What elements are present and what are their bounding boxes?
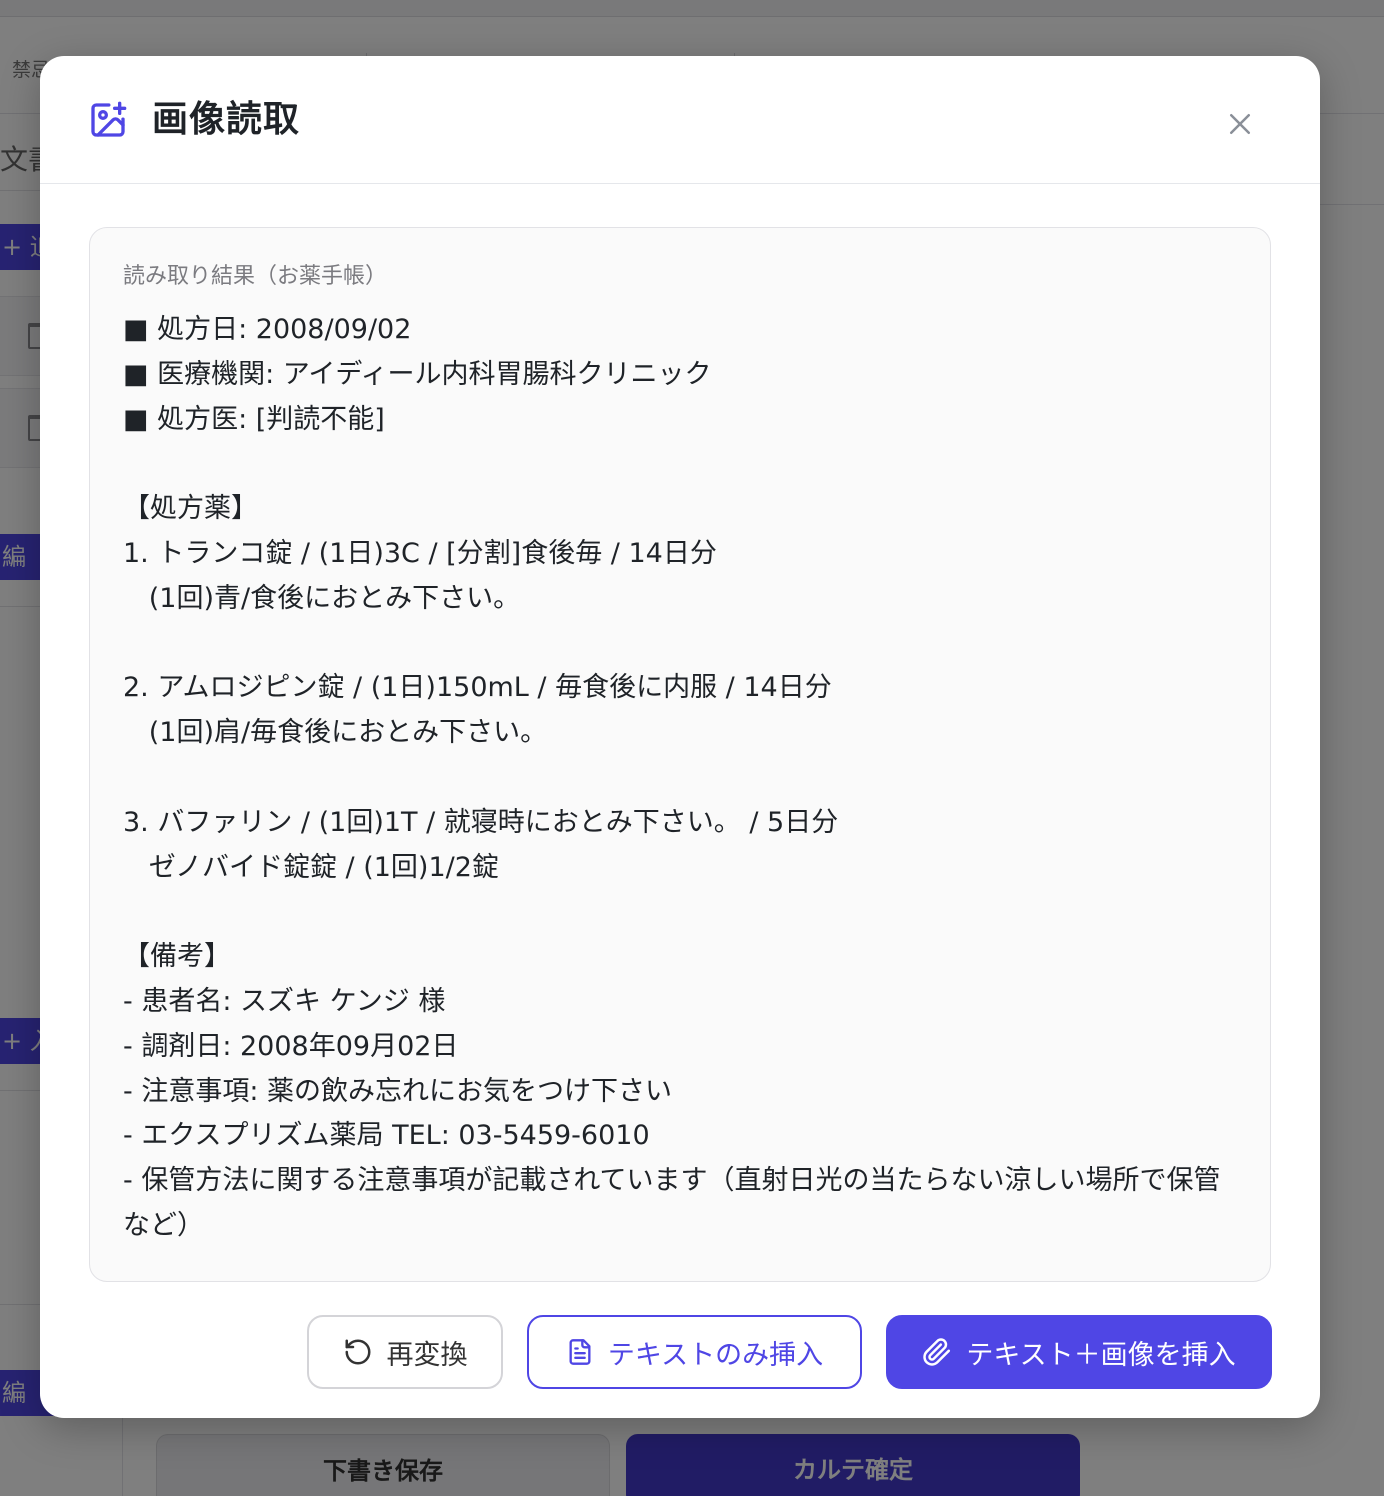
insert-text-and-image-button[interactable]: テキスト＋画像を挿入 bbox=[886, 1315, 1272, 1389]
file-text-icon bbox=[566, 1337, 594, 1367]
image-reading-dialog: 画像読取 読み取り結果（お薬手帳） ■ 処方日: 2008/09/02 ■ 医療… bbox=[40, 56, 1320, 1418]
app-root: 禁忌 文書 + 追 編 + 入 編 下書き保存 カルテ確定 bbox=[0, 0, 1384, 1496]
rotate-ccw-icon bbox=[343, 1337, 373, 1367]
reading-result-label: 読み取り結果（お薬手帳） bbox=[123, 264, 388, 289]
image-plus-icon bbox=[88, 100, 128, 140]
close-button[interactable] bbox=[1216, 100, 1264, 148]
reading-result-panel: 読み取り結果（お薬手帳） ■ 処方日: 2008/09/02 ■ 医療機関: ア… bbox=[89, 227, 1271, 1282]
close-icon bbox=[1225, 109, 1255, 139]
reconvert-button[interactable]: 再変換 bbox=[307, 1315, 503, 1389]
insert-text-and-image-label: テキスト＋画像を挿入 bbox=[966, 1339, 1236, 1371]
reconvert-label: 再変換 bbox=[386, 1339, 468, 1371]
paperclip-icon bbox=[922, 1337, 952, 1367]
insert-text-only-label: テキストのみ挿入 bbox=[607, 1339, 824, 1371]
dialog-header: 画像読取 bbox=[40, 56, 1320, 184]
reading-result-text: ■ 処方日: 2008/09/02 ■ 医療機関: アイディール内科胃腸科クリニ… bbox=[123, 314, 1221, 1241]
dialog-title: 画像読取 bbox=[152, 99, 301, 140]
insert-text-only-button[interactable]: テキストのみ挿入 bbox=[527, 1315, 862, 1389]
